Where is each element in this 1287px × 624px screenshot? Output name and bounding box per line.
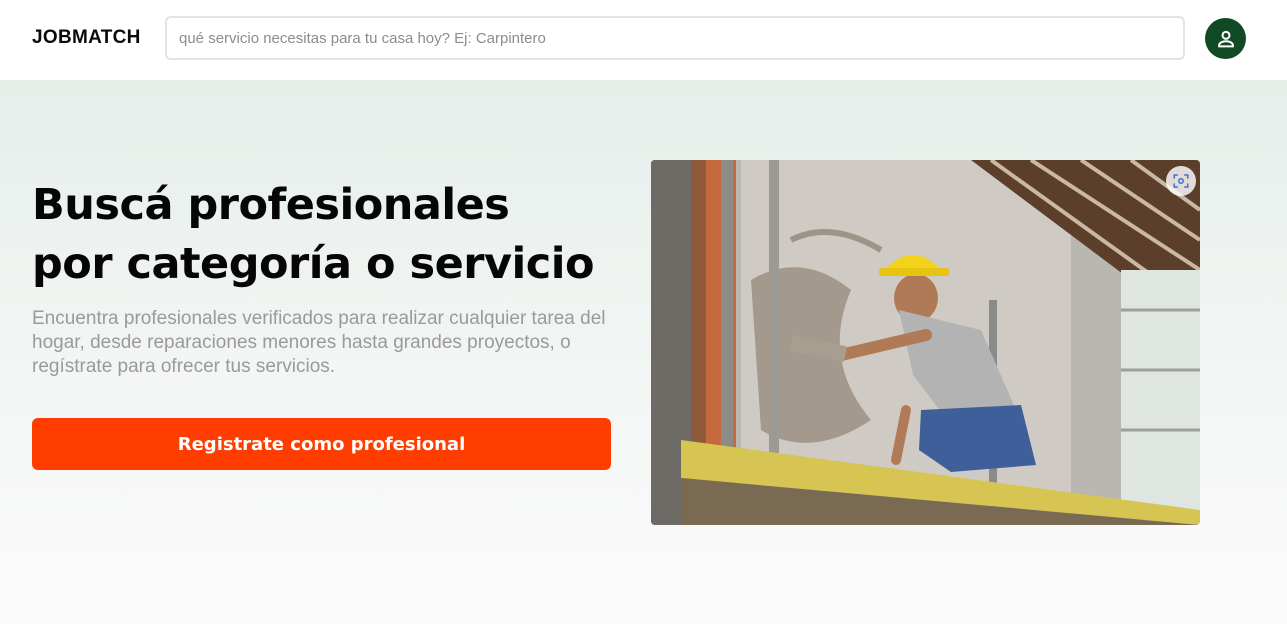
user-icon <box>1217 30 1234 47</box>
jobmatch-logo[interactable]: JOBMATCH <box>32 27 141 49</box>
visual-search-icon <box>1173 174 1189 188</box>
hero-image-construction-worker <box>651 160 1200 525</box>
hero-headline-line1: Buscá profesionales <box>32 180 510 230</box>
hero-description: Encuentra profesionales verificados para… <box>32 308 606 377</box>
visual-search-button[interactable] <box>1166 166 1196 196</box>
hero-headline-line2: por categoría o servicio <box>32 239 595 289</box>
profile-button[interactable] <box>1205 18 1246 59</box>
hero-headline: Buscá profesionales por categoría o serv… <box>32 176 632 294</box>
top-navigation-bar: JOBMATCH <box>0 0 1287 80</box>
search-input[interactable] <box>165 16 1185 60</box>
register-as-professional-button[interactable]: Registrate como profesional <box>32 418 611 470</box>
